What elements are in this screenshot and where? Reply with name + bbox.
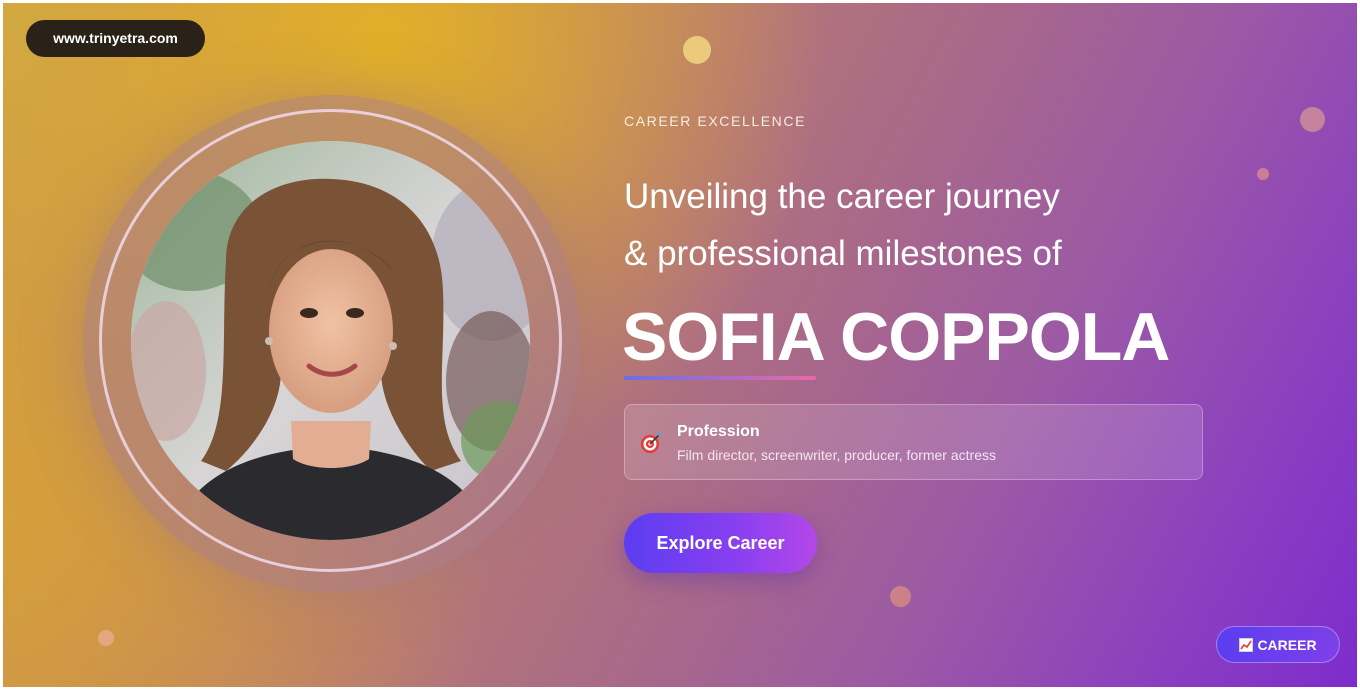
career-badge[interactable]: CAREER (1216, 626, 1340, 663)
decorative-dot (890, 586, 911, 607)
explore-career-button[interactable]: Explore Career (624, 513, 817, 573)
decorative-dot (98, 630, 114, 646)
target-icon (641, 433, 661, 453)
headline: Unveiling the career journey & professio… (624, 168, 1184, 282)
portrait-photo (131, 141, 530, 540)
profession-card: Profession Film director, screenwriter, … (624, 404, 1203, 480)
portrait-illustration (131, 141, 530, 540)
profession-value: Film director, screenwriter, producer, f… (677, 447, 996, 463)
person-name: SOFIA COPPOLA (622, 299, 1170, 375)
name-underline (624, 376, 816, 380)
website-url-label[interactable]: www.trinyetra.com (26, 20, 205, 57)
profession-title: Profession (677, 423, 760, 440)
section-eyebrow: CAREER EXCELLENCE (624, 113, 807, 129)
decorative-dot (1257, 168, 1269, 180)
decorative-dot (683, 36, 711, 64)
career-banner: www.trinyetra.com CAREER EXCELLENCE Unve… (3, 3, 1357, 687)
headline-line-1: Unveiling the career journey (624, 177, 1060, 216)
decorative-dot (1300, 107, 1325, 132)
chart-icon (1239, 637, 1254, 652)
headline-line-2: & professional milestones of (624, 234, 1062, 273)
career-badge-label: CAREER (1257, 636, 1317, 653)
